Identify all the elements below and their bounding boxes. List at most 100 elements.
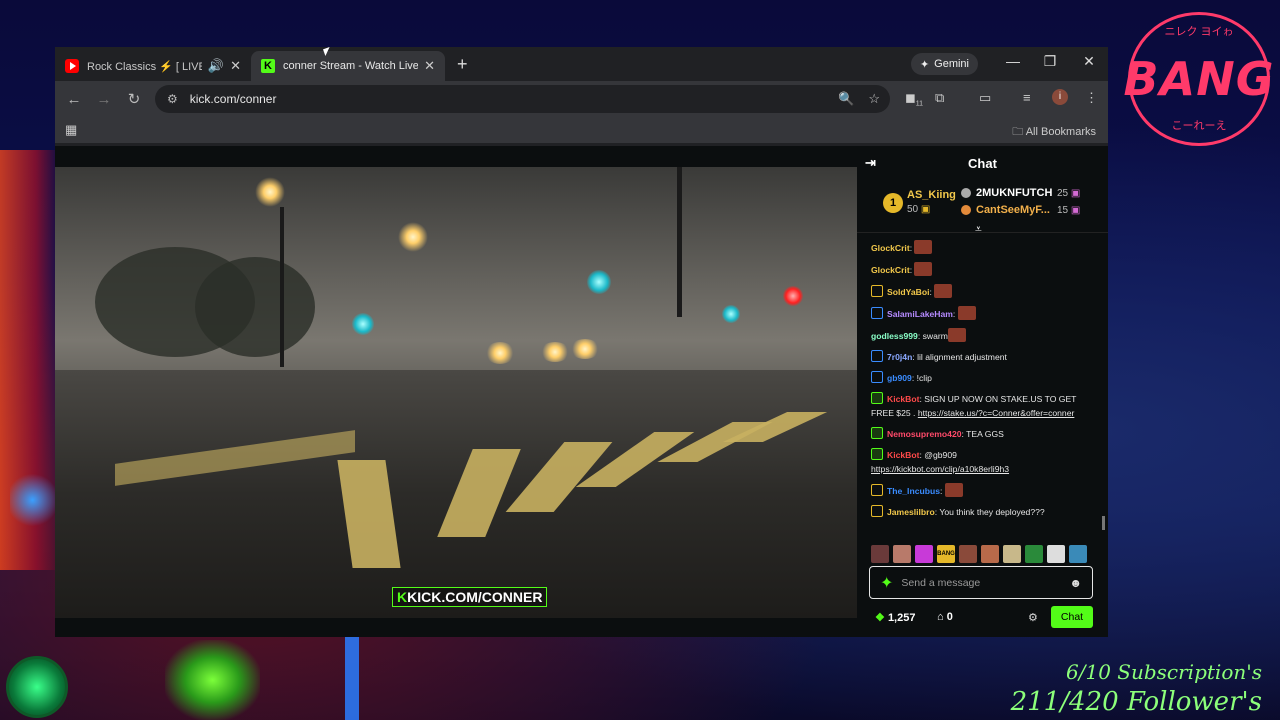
- user-badge-icon: [871, 505, 883, 517]
- all-bookmarks-button[interactable]: 🗀 All Bookmarks: [1012, 123, 1096, 142]
- shop-button[interactable]: ⌂ 0: [937, 611, 953, 623]
- user-badge-icon: [871, 427, 883, 439]
- chat-text: !clip: [916, 373, 932, 383]
- chat-username[interactable]: Jameslilbro: [887, 507, 935, 517]
- tab-conner-stream[interactable]: K conner Stream - Watch Live on ✕: [251, 51, 445, 81]
- back-button[interactable]: ←: [59, 91, 89, 108]
- chat-input[interactable]: ✦ Send a message ☻: [869, 566, 1093, 599]
- send-chat-button[interactable]: Chat: [1051, 606, 1093, 628]
- chat-panel: ⇥ Chat 1 AS_Kiing 50 ▣ 2MUKNFUTCH 25 ▣ C…: [857, 146, 1108, 637]
- chat-username[interactable]: The_Incubus: [887, 486, 940, 496]
- chat-scrollbar[interactable]: [1102, 516, 1105, 530]
- chat-message: KickBot: SIGN UP NOW ON STAKE.US TO GET …: [871, 392, 1077, 418]
- leaderboard-row[interactable]: CantSeeMyF...: [961, 204, 1050, 216]
- tab-title: Rock Classics ⚡ [ LIVE ] Ti: [87, 60, 202, 73]
- chat-input-placeholder: Send a message: [901, 576, 981, 589]
- video-player[interactable]: KKICK.COM/CONNER: [55, 167, 857, 618]
- quick-emote[interactable]: [959, 545, 977, 563]
- street-lamp: [255, 177, 285, 207]
- close-window-button[interactable]: ✕: [1077, 53, 1101, 70]
- chat-message: 7r0j4n: lil alignment adjustment: [871, 350, 1088, 364]
- cast-icon[interactable]: ▭: [979, 90, 991, 106]
- user-badge-icon: [871, 371, 883, 383]
- reload-button[interactable]: ↻: [119, 90, 149, 108]
- apps-grid-icon[interactable]: ▦: [65, 122, 77, 138]
- chat-text: You think they deployed???: [939, 507, 1045, 517]
- chat-title: Chat: [968, 155, 997, 171]
- chat-header: ⇥ Chat: [857, 146, 1108, 180]
- emote-image: [914, 262, 933, 276]
- new-tab-button[interactable]: +: [457, 54, 468, 75]
- bookmarks-bar: ▦ 🗀 All Bookmarks: [55, 117, 1108, 144]
- chat-username[interactable]: 7r0j4n: [887, 352, 912, 362]
- extensions-puzzle-icon[interactable]: ⧉: [935, 90, 944, 106]
- hexagon-icon: [961, 188, 971, 198]
- hexagon-icon: [961, 205, 971, 215]
- emoji-icon[interactable]: ☻: [1069, 576, 1082, 590]
- leaderboard-top-name[interactable]: AS_Kiing: [907, 189, 956, 201]
- chat-message: SoldYaBoi:: [871, 284, 1088, 299]
- chat-username[interactable]: godless999: [871, 331, 918, 341]
- chat-link[interactable]: https://stake.us/?c=Conner&offer=conner: [918, 408, 1075, 418]
- leaderboard-value: 15 ▣: [1057, 205, 1081, 216]
- site-info-icon[interactable]: ⚙: [167, 92, 178, 106]
- kick-watermark: KKICK.COM/CONNER: [392, 587, 548, 607]
- restore-button[interactable]: ❐: [1038, 53, 1062, 70]
- chat-footer: ❖ 1,257 ⌂ 0 ⚙ Chat: [857, 606, 1108, 630]
- chat-username[interactable]: SoldYaBoi: [887, 287, 930, 297]
- chat-username[interactable]: KickBot: [887, 450, 919, 460]
- quick-emote[interactable]: [981, 545, 999, 563]
- quick-emote[interactable]: [871, 545, 889, 563]
- channel-points[interactable]: ❖ 1,257: [875, 611, 915, 624]
- neon-light-blue: [10, 470, 55, 530]
- kick-sparkle-icon[interactable]: ✦: [880, 573, 893, 593]
- user-badge-icon: [871, 484, 883, 496]
- expand-leaderboard-icon[interactable]: ⩡: [975, 222, 982, 237]
- tab-rock-classics[interactable]: Rock Classics ⚡ [ LIVE ] Ti 🔊 ✕: [55, 51, 251, 81]
- minimize-button[interactable]: —: [1001, 53, 1025, 69]
- traffic-light-green: [722, 305, 740, 323]
- gemini-button[interactable]: ✦ Gemini: [910, 53, 978, 75]
- quick-emote[interactable]: BANG: [937, 545, 955, 563]
- rank-badge: 1: [883, 193, 903, 213]
- quick-emote[interactable]: [893, 545, 911, 563]
- bang-logo-bottom-text: こーれーえ: [1171, 120, 1227, 132]
- quick-emote[interactable]: [915, 545, 933, 563]
- zoom-icon[interactable]: 🔍: [838, 91, 854, 107]
- toolbar: ← → ↻ ⚙ kick.com/conner 🔍 ☆ ◼11 ⧉ ▭ ≡ i …: [55, 81, 1108, 117]
- forward-button[interactable]: →: [89, 91, 119, 108]
- chat-message: Nemosupremo420: TEA GGS: [871, 427, 1088, 441]
- chat-messages: GlockCrit: GlockCrit: SoldYaBoi: SalamiL…: [857, 236, 1100, 542]
- settings-gear-icon[interactable]: ⚙: [1028, 611, 1038, 624]
- points-icon: ❖: [875, 612, 885, 624]
- leaderboard-top-value: 50 ▣: [907, 204, 931, 215]
- chat-username[interactable]: GlockCrit: [871, 265, 910, 275]
- chat-message: Jameslilbro: You think they deployed???: [871, 505, 1088, 519]
- bang-logo: ニレク ヨイゎ BANG こーれーえ: [1124, 12, 1273, 146]
- quick-emote[interactable]: [1069, 545, 1087, 563]
- chat-username[interactable]: SalamiLakeHam: [887, 309, 953, 319]
- neon-light-blue-bar: [345, 636, 359, 720]
- chat-username[interactable]: Nemosupremo420: [887, 429, 962, 439]
- quick-emote[interactable]: [1003, 545, 1021, 563]
- profile-avatar[interactable]: i: [1052, 89, 1068, 105]
- close-tab-icon[interactable]: ✕: [230, 58, 241, 74]
- emote-image: [914, 240, 933, 254]
- media-icon[interactable]: ≡: [1023, 90, 1031, 105]
- chat-username[interactable]: KickBot: [887, 394, 919, 404]
- chat-username[interactable]: GlockCrit: [871, 243, 910, 253]
- quick-emote[interactable]: [1025, 545, 1043, 563]
- speaker-icon[interactable]: 🔊: [208, 58, 224, 74]
- utility-pole: [677, 167, 682, 317]
- menu-icon[interactable]: ⋮: [1085, 90, 1098, 106]
- bookmark-star-icon[interactable]: ☆: [868, 91, 880, 107]
- leaderboard-row[interactable]: 2MUKNFUTCH: [961, 187, 1052, 199]
- leaderboard-name: CantSeeMyF...: [976, 204, 1050, 216]
- extension-icon[interactable]: ◼11: [905, 90, 923, 108]
- quick-emote[interactable]: [1047, 545, 1065, 563]
- collapse-chat-icon[interactable]: ⇥: [865, 155, 876, 171]
- chat-link[interactable]: https://kickbot.com/clip/a10k8erli9h3: [871, 464, 1009, 474]
- chat-username[interactable]: gb909: [887, 373, 912, 383]
- address-bar[interactable]: ⚙ kick.com/conner 🔍 ☆: [155, 85, 890, 113]
- close-tab-icon[interactable]: ✕: [424, 58, 435, 74]
